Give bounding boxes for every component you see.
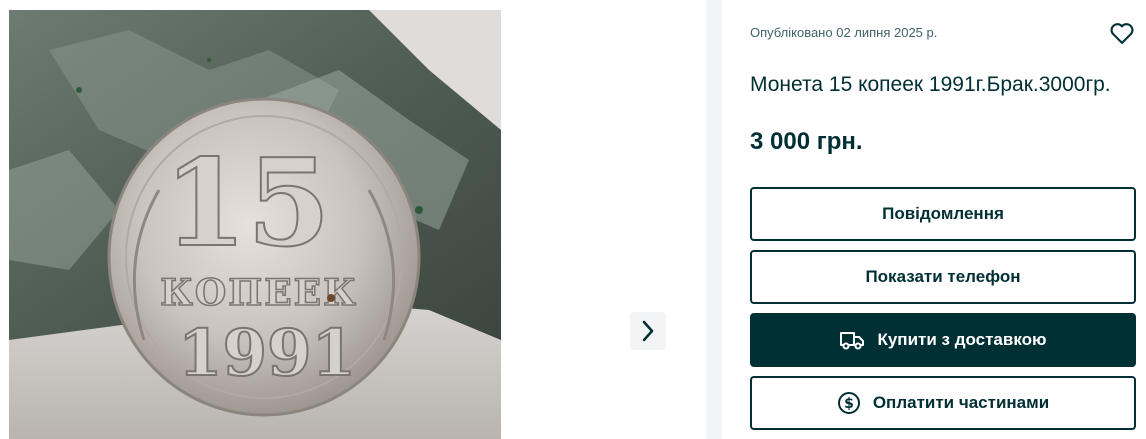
pay-in-installments-button[interactable]: $ Оплатити частинами (750, 376, 1136, 430)
truck-icon (839, 329, 865, 351)
show-phone-button-label: Показати телефон (865, 267, 1021, 286)
svg-text:КОПЕЕК: КОПЕЕК (160, 272, 358, 314)
message-button-label: Повідомлення (882, 204, 1004, 223)
svg-text:15: 15 (164, 133, 331, 274)
listing-title: Монета 15 копеек 1991г.Брак.3000гр. (750, 73, 1111, 96)
buy-with-delivery-label: Купити з доставкою (877, 330, 1047, 349)
chevron-right-icon (642, 320, 654, 342)
next-photo-button[interactable] (630, 312, 666, 350)
panel-divider (706, 0, 722, 439)
listing-price: 3 000 грн. (750, 128, 863, 155)
svg-text:$: $ (844, 396, 854, 412)
listing-details-panel: Опубліковано 02 липня 2025 р. Монета 15 … (722, 0, 1146, 439)
show-phone-button[interactable]: Показати телефон (750, 250, 1136, 304)
message-button[interactable]: Повідомлення (750, 187, 1136, 241)
listing-photo[interactable]: 15 КОПЕЕК 1991 (9, 10, 501, 439)
dollar-circle-icon: $ (837, 391, 861, 415)
pay-in-installments-label: Оплатити частинами (872, 393, 1050, 412)
published-date: Опубліковано 02 липня 2025 р. (750, 25, 938, 40)
image-gallery: 15 КОПЕЕК 1991 (0, 0, 706, 439)
coin-photo-image: 15 КОПЕЕК 1991 (9, 10, 501, 439)
svg-text:1991: 1991 (178, 316, 356, 391)
favorite-button[interactable] (1108, 19, 1136, 47)
heart-icon (1110, 23, 1134, 44)
buy-with-delivery-button[interactable]: Купити з доставкою (750, 313, 1136, 367)
